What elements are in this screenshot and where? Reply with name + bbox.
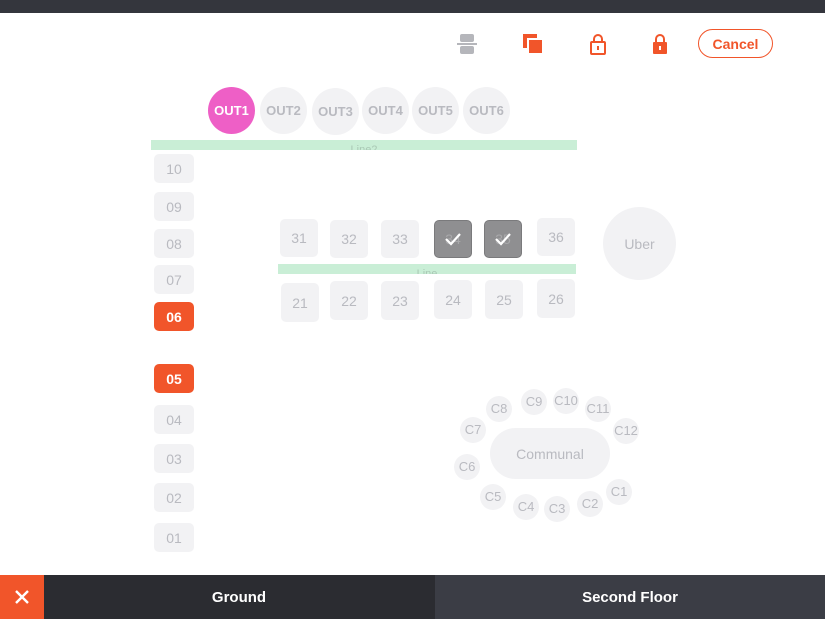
line2-bar: Line2 bbox=[151, 140, 577, 150]
close-button[interactable] bbox=[0, 575, 44, 619]
table-out3[interactable]: OUT3 bbox=[312, 88, 359, 135]
communal-seat-c8[interactable]: C8 bbox=[486, 396, 512, 422]
communal-seat-c6[interactable]: C6 bbox=[454, 454, 480, 480]
close-icon bbox=[15, 590, 29, 604]
table-02[interactable]: 02 bbox=[154, 483, 194, 512]
table-out5[interactable]: OUT5 bbox=[412, 87, 459, 134]
top-status-strip bbox=[0, 0, 825, 13]
lock-icon[interactable] bbox=[649, 33, 671, 55]
floor-tab-bar: Ground Second Floor bbox=[0, 575, 825, 619]
table-08[interactable]: 08 bbox=[154, 229, 194, 258]
table-33[interactable]: 33 bbox=[381, 220, 419, 258]
table-22[interactable]: 22 bbox=[330, 281, 368, 320]
table-10[interactable]: 10 bbox=[154, 154, 194, 183]
communal-seat-c9[interactable]: C9 bbox=[521, 389, 547, 415]
communal-seat-c4[interactable]: C4 bbox=[513, 494, 539, 520]
table-23[interactable]: 23 bbox=[381, 281, 419, 320]
table-09[interactable]: 09 bbox=[154, 192, 194, 221]
communal-seat-c10[interactable]: C10 bbox=[553, 388, 579, 414]
communal-seat-c7[interactable]: C7 bbox=[460, 417, 486, 443]
table-21[interactable]: 21 bbox=[281, 283, 319, 322]
table-01[interactable]: 01 bbox=[154, 523, 194, 552]
communal-seat-c12[interactable]: C12 bbox=[613, 418, 639, 444]
table-07[interactable]: 07 bbox=[154, 265, 194, 294]
check-icon bbox=[445, 233, 461, 246]
check-icon bbox=[495, 233, 511, 246]
table-25[interactable]: 25 bbox=[485, 280, 523, 319]
communal-seat-c1[interactable]: C1 bbox=[606, 479, 632, 505]
separate-tables-icon[interactable] bbox=[456, 33, 478, 55]
table-05[interactable]: 05 bbox=[154, 364, 194, 393]
table-31[interactable]: 31 bbox=[280, 219, 318, 257]
tab-second-floor[interactable]: Second Floor bbox=[434, 575, 825, 619]
table-24[interactable]: 24 bbox=[434, 280, 472, 319]
table-32[interactable]: 32 bbox=[330, 220, 368, 258]
table-communal[interactable]: Communal bbox=[490, 428, 610, 479]
merge-tables-icon[interactable] bbox=[522, 33, 544, 55]
table-out2[interactable]: OUT2 bbox=[260, 87, 307, 134]
cancel-button[interactable]: Cancel bbox=[698, 29, 773, 58]
table-36[interactable]: 36 bbox=[537, 218, 575, 256]
table-04[interactable]: 04 bbox=[154, 405, 194, 434]
communal-seat-c3[interactable]: C3 bbox=[544, 496, 570, 522]
line-bar: Line bbox=[278, 264, 576, 274]
table-out4[interactable]: OUT4 bbox=[362, 87, 409, 134]
table-out1[interactable]: OUT1 bbox=[208, 87, 255, 134]
table-34[interactable]: 34 bbox=[434, 220, 472, 258]
communal-seat-c5[interactable]: C5 bbox=[480, 484, 506, 510]
table-03[interactable]: 03 bbox=[154, 444, 194, 473]
table-06[interactable]: 06 bbox=[154, 302, 194, 331]
communal-seat-c2[interactable]: C2 bbox=[577, 491, 603, 517]
unlock-icon[interactable] bbox=[587, 33, 609, 55]
table-26[interactable]: 26 bbox=[537, 279, 575, 318]
table-uber[interactable]: Uber bbox=[603, 207, 676, 280]
tab-ground[interactable]: Ground bbox=[44, 575, 434, 619]
communal-seat-c11[interactable]: C11 bbox=[585, 396, 611, 422]
table-35[interactable]: 35 bbox=[484, 220, 522, 258]
table-out6[interactable]: OUT6 bbox=[463, 87, 510, 134]
